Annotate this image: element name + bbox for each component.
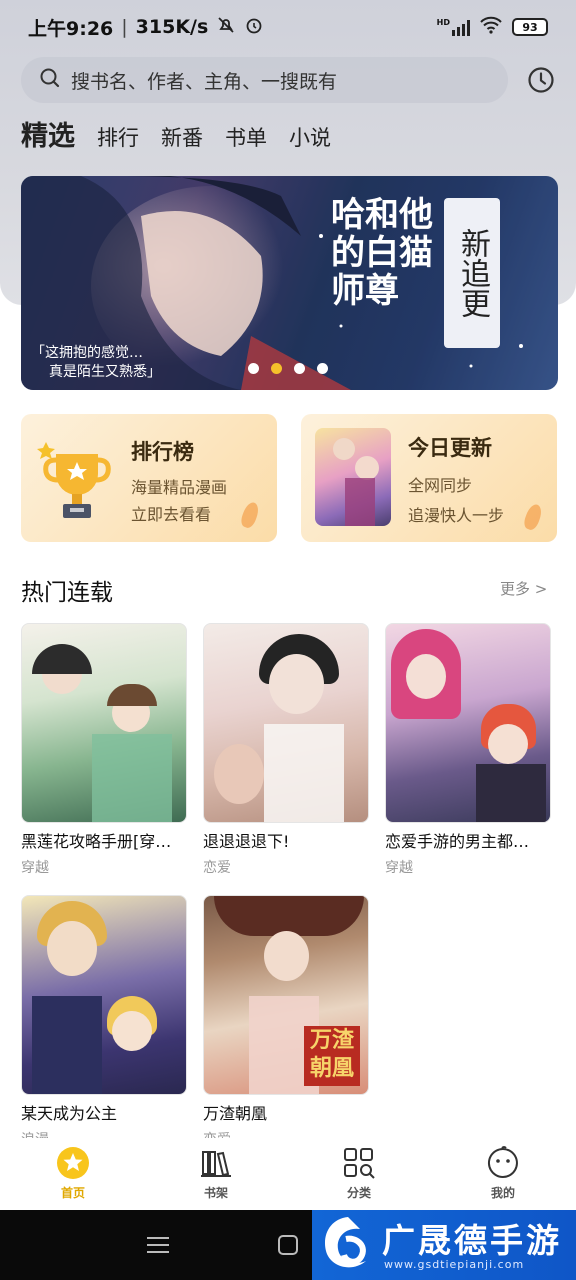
tab-ranking[interactable]: 排行 xyxy=(97,122,139,152)
comic-item[interactable]: 万渣朝凰 万渣朝凰 恋爱 xyxy=(203,895,369,1149)
comic-title: 黑莲花攻略手册[穿… xyxy=(21,832,172,851)
watermark-banner: 广晟德手游 www.gsdtiepianji.com xyxy=(312,1210,576,1280)
banner-caption-line1: 「这拥抱的感觉… xyxy=(31,345,143,361)
comic-item[interactable]: 退退退退下! 恋爱 xyxy=(203,623,369,877)
comic-item[interactable]: 黑莲花攻略手册[穿… 穿越 xyxy=(21,623,187,877)
mute-icon xyxy=(216,15,236,40)
nav-category[interactable]: 分类 xyxy=(314,1146,404,1201)
battery-indicator: 93 xyxy=(512,18,548,36)
home-button-icon[interactable] xyxy=(278,1235,298,1255)
comic-cover[interactable] xyxy=(21,895,187,1095)
nav-profile-label: 我的 xyxy=(490,1186,515,1200)
nav-profile[interactable]: 我的 xyxy=(458,1146,548,1201)
comic-title: 某天成为公主 xyxy=(21,1104,118,1123)
comic-genre: 穿越 xyxy=(21,860,49,876)
today-update-line1: 全网同步 xyxy=(408,476,473,495)
comic-item[interactable]: 某天成为公主 浪漫 xyxy=(21,895,187,1149)
category-tabs: 精选 排行 新番 书单 小说 xyxy=(21,114,331,153)
star-icon xyxy=(57,1147,89,1179)
ranking-card-line2: 立即去看看 xyxy=(131,505,212,524)
wifi-icon xyxy=(480,16,502,39)
comic-cover[interactable] xyxy=(385,623,551,823)
watermark-text: 广晟德手游 xyxy=(382,1221,562,1260)
tab-novel[interactable]: 小说 xyxy=(289,122,331,152)
bottom-navigation: 首页 书架 分类 我的 xyxy=(0,1138,576,1210)
comic-cover[interactable] xyxy=(21,623,187,823)
comic-item[interactable]: 恋爱手游的男主都… 穿越 xyxy=(385,623,551,877)
nav-category-label: 分类 xyxy=(346,1186,371,1200)
section-title-hot-serials: 热门连载 xyxy=(21,580,113,606)
status-bar: 上午9:26 | 315K/s HD 93 xyxy=(0,0,576,54)
bookshelf-icon xyxy=(201,1151,231,1177)
tab-booklist[interactable]: 书单 xyxy=(225,122,267,152)
nav-home[interactable]: 首页 xyxy=(28,1146,118,1201)
search-placeholder: 搜书名、作者、主角、一搜既有 xyxy=(71,70,338,93)
cover-title-stamp: 万渣朝凰 xyxy=(304,1026,360,1086)
nav-home-label: 首页 xyxy=(60,1186,85,1200)
banner-dot[interactable] xyxy=(294,363,305,374)
face-icon xyxy=(487,1146,518,1178)
more-link[interactable]: 更多 > xyxy=(500,578,547,599)
flame-decoration-icon xyxy=(238,500,262,530)
menu-icon[interactable] xyxy=(147,1236,169,1258)
comic-title: 万渣朝凰 xyxy=(203,1104,268,1123)
trophy-icon xyxy=(37,442,111,518)
ranking-card-line1: 海量精品漫画 xyxy=(131,478,228,497)
banner-dot-active[interactable] xyxy=(271,363,282,374)
today-update-line2: 追漫快人一步 xyxy=(408,506,505,525)
comic-genre: 穿越 xyxy=(385,860,413,876)
search-input[interactable]: 搜书名、作者、主角、一搜既有 xyxy=(21,57,508,103)
banner-caption-line2: 真是陌生又熟悉」 xyxy=(49,364,161,380)
comic-cover[interactable] xyxy=(203,623,369,823)
comic-genre: 恋爱 xyxy=(203,860,231,876)
banner-title: 哈和他的白猫师尊 xyxy=(331,195,433,311)
nav-bookshelf-label: 书架 xyxy=(203,1186,228,1200)
ranking-card[interactable]: 排行榜 海量精品漫画 立即去看看 xyxy=(21,414,277,542)
comic-title: 退退退退下! xyxy=(203,832,290,851)
category-icon xyxy=(344,1148,375,1179)
comic-cover[interactable]: 万渣朝凰 xyxy=(203,895,369,1095)
today-update-title: 今日更新 xyxy=(408,436,492,460)
hd-label: HD xyxy=(436,18,450,27)
today-update-card[interactable]: 今日更新 全网同步 追漫快人一步 xyxy=(301,414,557,542)
flame-decoration-icon xyxy=(521,502,545,532)
status-network-speed: 315K/s xyxy=(135,16,209,38)
tab-new[interactable]: 新番 xyxy=(161,122,203,152)
alarm-icon xyxy=(244,15,264,40)
search-icon xyxy=(39,67,61,94)
update-cover-thumbnail xyxy=(315,428,391,526)
banner-dot[interactable] xyxy=(248,363,259,374)
banner-caption: 「这拥抱的感觉… 真是陌生又熟悉」 xyxy=(31,344,161,382)
nav-bookshelf[interactable]: 书架 xyxy=(171,1146,261,1201)
banner-pagination xyxy=(248,363,328,374)
banner-dot[interactable] xyxy=(317,363,328,374)
tab-featured[interactable]: 精选 xyxy=(21,114,75,153)
watermark-url: www.gsdtiepianji.com xyxy=(384,1258,525,1271)
history-clock-icon[interactable] xyxy=(527,66,555,98)
featured-banner[interactable]: 新追更 哈和他的白猫师尊 「这拥抱的感觉… 真是陌生又熟悉」 xyxy=(21,176,558,390)
comic-title: 恋爱手游的男主都… xyxy=(385,832,530,851)
status-time: 上午9:26 xyxy=(28,17,114,40)
watermark-logo-icon xyxy=(324,1217,366,1268)
ranking-card-title: 排行榜 xyxy=(131,440,194,464)
signal-icon: HD xyxy=(437,18,470,36)
